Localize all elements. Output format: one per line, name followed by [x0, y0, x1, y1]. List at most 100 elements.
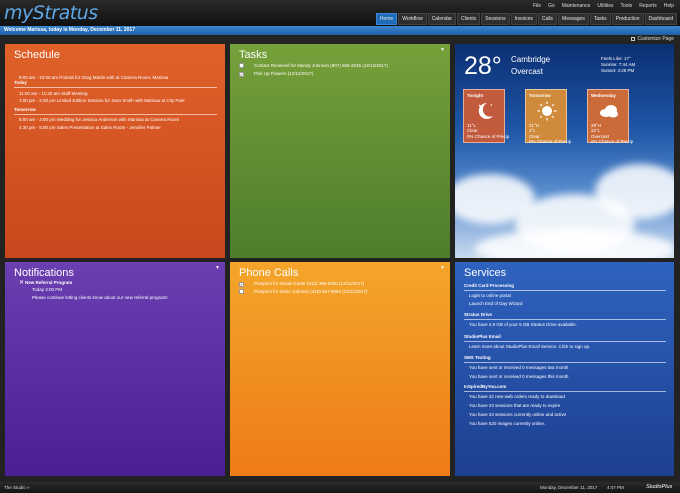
service-link[interactable]: You have 23 sessions that are ready to e… — [469, 403, 560, 408]
welcome-bar: Welcome Marissa, today is Monday, Decemb… — [0, 26, 680, 35]
divider — [14, 114, 217, 115]
tab-calendar[interactable]: Calendar — [427, 13, 456, 25]
sun-icon — [537, 101, 557, 121]
schedule-item[interactable]: 8:00 am - 3:00 pm Wedding for Jessica An… — [19, 117, 179, 122]
weather-temp: 28° — [464, 52, 502, 80]
divider — [464, 290, 666, 291]
forecast-tomorrow: Tomorrow 21°H 2°L Clear 0% Chance of Pre… — [525, 89, 571, 144]
task-label: Contact Received for Mandy Johnson (907)… — [254, 63, 388, 68]
checkbox-checked-icon[interactable]: ✓ — [239, 72, 244, 77]
divider — [464, 341, 666, 342]
task-item[interactable]: Contact Received for Mandy Johnson (907)… — [239, 63, 388, 68]
tab-invoices[interactable]: Invoices — [510, 13, 537, 25]
tab-production[interactable]: Production — [611, 13, 644, 25]
forecast-line: 0% Chance of Precip — [529, 139, 572, 145]
checkbox-checked-icon[interactable]: ✓ — [239, 282, 244, 287]
app-window: myStratus File Go Maintenance Utilities … — [0, 0, 680, 493]
menu-tools[interactable]: Tools — [621, 3, 633, 9]
schedule-item[interactable]: 4:30 pm - 5:00 pm Sales Presentation at … — [19, 125, 161, 130]
notifications-panel: Notifications ▼ ✕ New Referral Program T… — [5, 262, 225, 476]
status-date: Monday, December 11, 2017 — [540, 485, 598, 490]
menu-reports[interactable]: Reports — [639, 3, 657, 9]
tab-home[interactable]: Home — [375, 13, 398, 25]
app-logo: myStratus — [4, 2, 98, 24]
service-link[interactable]: Launch End of Day Wizard — [469, 301, 523, 306]
studio-name: The Studio — [4, 485, 26, 490]
service-heading: InSpiredByYou.com — [464, 384, 507, 389]
close-icon[interactable]: ✕ — [19, 279, 24, 286]
tab-tasks[interactable]: Tasks — [589, 13, 611, 25]
forecast-tonight: Tonight ★ ★ 11°L Clear 0% Chance of Prec… — [463, 89, 509, 143]
tab-sessions[interactable]: Sessions — [481, 13, 510, 25]
call-label: Prospect for Kevin Johnson (418) 567-805… — [254, 289, 368, 294]
forecast-line: 0% Chance of Precip — [591, 139, 634, 145]
service-link[interactable]: Learn more about StudioPlus Email Servic… — [469, 344, 590, 349]
brand-logo: StudioPlus — [646, 484, 673, 490]
menu-bar: File Go Maintenance Utilities Tools Repo… — [533, 3, 674, 9]
notification-time: Today 3:00 PM — [32, 287, 63, 292]
customize-page-button[interactable]: Customize Page — [631, 36, 674, 42]
cloud-decoration — [475, 229, 674, 258]
divider — [464, 391, 666, 392]
nav-tabs: Home Workflow Calendar Clients Sessions … — [375, 13, 677, 25]
tab-clients[interactable]: Clients — [456, 13, 481, 25]
service-link[interactable]: You have 520 images currently online. — [469, 421, 545, 426]
forecast-wednesday: Wednesday 28°H 22°L Overcast 0% Chance o… — [587, 89, 633, 144]
studio-selector[interactable]: The Studio » — [4, 485, 30, 490]
service-link[interactable]: You have 24 sessions currently online an… — [469, 412, 566, 417]
phone-calls-panel: Phone Calls ▼ ✓ Prospect for Nicole Carte… — [230, 262, 450, 476]
tab-messages[interactable]: Messages — [558, 13, 589, 25]
chevron-down-icon[interactable]: ▼ — [440, 265, 445, 271]
schedule-today-label: Today — [14, 80, 27, 85]
service-heading: Stratus Drive — [464, 312, 493, 317]
schedule-item[interactable]: 9:00 am - 10:00 am Portrait for Greg Mar… — [19, 75, 168, 80]
chevron-down-icon[interactable]: ▼ — [440, 47, 445, 53]
menu-maintenance[interactable]: Maintenance — [562, 3, 591, 9]
tasks-panel: Tasks ▼ Contact Received for Mandy Johns… — [230, 44, 450, 258]
schedule-title: Schedule — [14, 49, 60, 61]
forecast-line: 0% Chance of Precip — [467, 133, 510, 139]
customize-label: Customize Page — [637, 36, 674, 42]
customize-icon — [631, 37, 636, 41]
forecast-info: 21°H 2°L Clear 0% Chance of Precip — [529, 123, 571, 145]
schedule-panel: Schedule Today 9:00 am - 10:00 am Portra… — [5, 44, 225, 258]
forecast-info: 11°L Clear 0% Chance of Precip — [467, 123, 509, 139]
weather-condition: Overcast — [511, 67, 544, 76]
divider — [464, 319, 666, 320]
schedule-tomorrow-label: Tomorrow — [14, 107, 36, 112]
tab-calls[interactable]: Calls — [537, 13, 558, 25]
services-title: Services — [464, 267, 507, 279]
moon-icon: ★ ★ — [478, 102, 493, 119]
menu-go[interactable]: Go — [548, 3, 555, 9]
service-link[interactable]: You have 22 new web orders ready to down… — [469, 394, 565, 399]
status-bar: The Studio » Monday, December 11, 2017 4… — [0, 482, 680, 493]
menu-utilities[interactable]: Utilities — [597, 3, 613, 9]
schedule-item[interactable]: 11:00 am - 11:30 am Staff Meeting — [19, 91, 88, 96]
svg-text:★: ★ — [490, 103, 493, 107]
weather-location: Cambridge Overcast — [511, 54, 550, 78]
call-item[interactable]: Prospect for Kevin Johnson (418) 567-805… — [239, 289, 368, 294]
notifications-title: Notifications — [14, 267, 74, 279]
tab-dashboard[interactable]: Dashboard — [644, 13, 677, 25]
divider — [464, 362, 666, 363]
service-text: You have 4.9 GB of your 5 GB Stratus Dri… — [469, 322, 577, 327]
tab-workflow[interactable]: Workflow — [398, 13, 427, 25]
task-label: Pick Up Flowers (12/12/2017) — [254, 71, 314, 76]
call-item[interactable]: ✓ Prospect for Nicole Carter (612) 386-00… — [239, 281, 364, 287]
menu-file[interactable]: File — [533, 3, 541, 9]
menu-help[interactable]: Help — [664, 3, 674, 9]
checkbox-unchecked-icon[interactable] — [239, 63, 244, 68]
service-link[interactable]: Login to online portal — [469, 293, 511, 298]
notification-title[interactable]: New Referral Program — [25, 280, 72, 285]
chevron-down-icon[interactable]: ▼ — [215, 265, 220, 271]
schedule-item[interactable]: 1:00 pm - 2:30 pm Limited Edition Sessio… — [19, 98, 185, 103]
task-item[interactable]: ✓ Pick Up Flowers (12/12/2017) — [239, 71, 313, 77]
phone-calls-title: Phone Calls — [239, 267, 299, 279]
services-panel: Services Credit Card Processing Login to… — [455, 262, 674, 476]
forecast-label: Tomorrow — [529, 93, 551, 98]
forecast-label: Wednesday — [591, 93, 616, 98]
notification-body: Please continue letting clients know abo… — [32, 295, 168, 300]
checkbox-unchecked-icon[interactable] — [239, 289, 244, 294]
status-time: 4:47 PM — [607, 485, 624, 490]
weather-details: Feels Like: 17° Sunrise: 7:44 AM Sunset:… — [601, 56, 635, 74]
